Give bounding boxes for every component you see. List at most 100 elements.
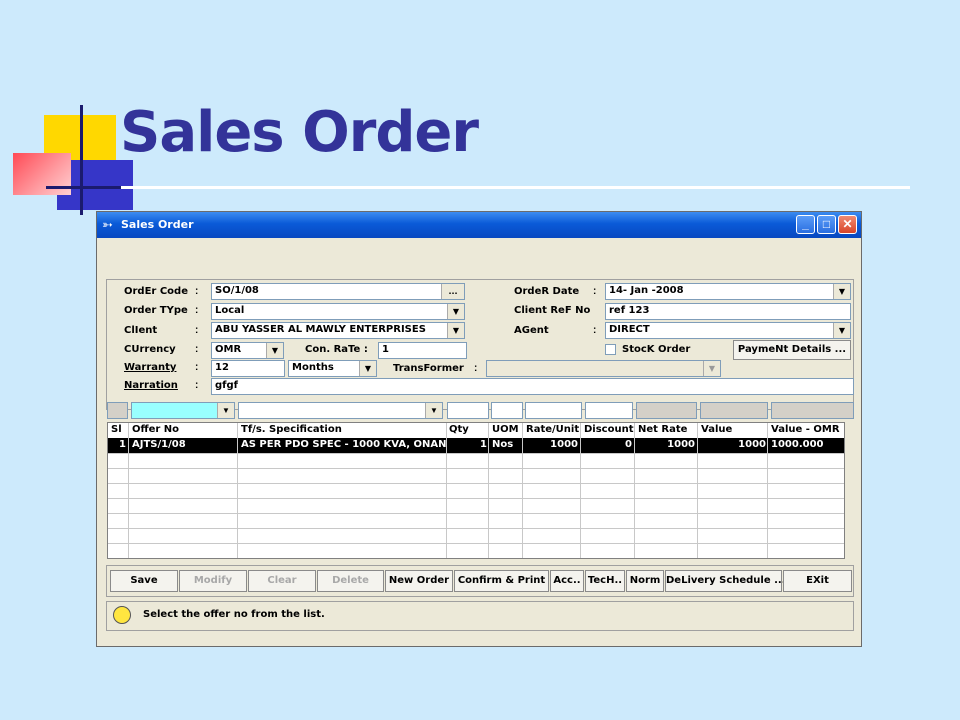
column-header-sl[interactable]: Sl	[111, 424, 122, 435]
con-rate-label: Con. RaTe :	[305, 344, 368, 355]
order-code-field[interactable]: SO/1/08 ...	[211, 283, 465, 300]
grid-divider	[237, 423, 238, 558]
filter-value	[700, 402, 768, 419]
modify-button[interactable]: Modify	[179, 570, 247, 592]
agent-value: DIRECT	[609, 324, 650, 335]
specification-filter-select[interactable]: ▼	[238, 402, 443, 419]
order-date-picker[interactable]: 14- Jan -2008 ▼	[605, 283, 851, 300]
grid-header: Sl Offer No Tf/s. Specification Qty UOM …	[108, 423, 844, 439]
column-header-uom[interactable]: UOM	[492, 424, 519, 435]
warranty-unit-select[interactable]: Months ▼	[288, 360, 377, 377]
stock-order-label: StocK Order	[622, 344, 691, 355]
decor-vertical-rule	[80, 105, 83, 215]
currency-label: CUrrency	[124, 344, 176, 355]
client-ref-value: ref 123	[609, 305, 650, 316]
client-label: ClIent	[124, 325, 158, 336]
agent-label: AGent	[514, 325, 549, 336]
norm-button[interactable]: Norm	[626, 570, 664, 592]
table-row-empty[interactable]	[108, 498, 844, 514]
order-date-label: OrdeR Date	[514, 286, 580, 297]
order-code-label: OrdEr Code	[124, 286, 188, 297]
save-button[interactable]: Save	[110, 570, 178, 592]
chevron-down-icon[interactable]: ▼	[703, 361, 720, 376]
column-header-value[interactable]: Value	[701, 424, 732, 435]
column-header-offer-no[interactable]: Offer No	[132, 424, 179, 435]
client-select[interactable]: ABU YASSER AL MAWLY ENTERPRISES ▼	[211, 322, 465, 339]
column-header-rate-unit[interactable]: Rate/Unit	[526, 424, 579, 435]
chevron-down-icon[interactable]: ▼	[447, 304, 464, 319]
window-titlebar[interactable]: ➳ Sales Order _ □ ✕	[97, 212, 861, 238]
delete-button[interactable]: Delete	[317, 570, 384, 592]
table-row-empty[interactable]	[108, 483, 844, 499]
chevron-down-icon[interactable]: ▼	[359, 361, 376, 376]
warranty-field[interactable]: 12	[211, 360, 285, 377]
filter-discount[interactable]	[585, 402, 633, 419]
sales-order-window: ➳ Sales Order _ □ ✕ OrdEr Code : SO/1/08…	[96, 211, 862, 647]
cell-uom: Nos	[492, 439, 514, 450]
app-icon: ➳	[102, 217, 113, 232]
order-type-select[interactable]: Local ▼	[211, 303, 465, 320]
filter-qty[interactable]	[447, 402, 489, 419]
table-row-empty[interactable]	[108, 453, 844, 469]
order-code-lookup-button[interactable]: ...	[441, 284, 464, 299]
agent-select[interactable]: DIRECT ▼	[605, 322, 851, 339]
order-code-value: SO/1/08	[215, 285, 259, 296]
cell-rate-unit: 1000	[550, 439, 578, 450]
lightbulb-icon	[113, 606, 131, 624]
exit-button[interactable]: EXit	[783, 570, 852, 592]
con-rate-field[interactable]: 1	[378, 342, 467, 359]
table-row-empty[interactable]	[108, 468, 844, 484]
payment-details-button[interactable]: PaymeNt Details ...	[733, 340, 851, 360]
warranty-unit-value: Months	[292, 362, 334, 373]
action-toolbar: Save Modify Clear Delete New Order Confi…	[106, 565, 854, 597]
maximize-button[interactable]: □	[817, 215, 836, 234]
cell-value: 1000	[738, 439, 766, 450]
order-type-value: Local	[215, 305, 245, 316]
column-header-discount[interactable]: Discount	[584, 424, 634, 435]
grid-divider	[128, 423, 129, 558]
filter-uom[interactable]	[491, 402, 523, 419]
decor-horizontal-rule	[46, 186, 910, 189]
warranty-label: Warranty	[124, 362, 177, 373]
close-button[interactable]: ✕	[838, 215, 857, 234]
chevron-down-icon[interactable]: ▼	[217, 403, 234, 418]
chevron-down-icon[interactable]: ▼	[447, 323, 464, 338]
acc-button[interactable]: Acc..	[550, 570, 584, 592]
minimize-button[interactable]: _	[796, 215, 815, 234]
column-header-net-rate[interactable]: Net Rate	[638, 424, 687, 435]
confirm-print-button[interactable]: Confirm & Print	[454, 570, 549, 592]
grid-divider	[767, 423, 768, 558]
table-row-empty[interactable]	[108, 513, 844, 529]
grid-divider	[697, 423, 698, 558]
warranty-value: 12	[215, 362, 229, 373]
column-header-qty[interactable]: Qty	[449, 424, 469, 435]
chevron-down-icon[interactable]: ▼	[266, 343, 283, 358]
narration-field[interactable]: gfgf	[211, 378, 854, 395]
transformer-label: TransFormer	[393, 363, 464, 374]
window-title: Sales Order	[121, 218, 194, 231]
tech-button[interactable]: TecH..	[585, 570, 625, 592]
table-row-empty[interactable]	[108, 543, 844, 558]
transformer-select[interactable]: ▼	[486, 360, 721, 377]
cell-net-rate: 1000	[667, 439, 695, 450]
offer-no-filter-select[interactable]: ▼	[131, 402, 235, 419]
chevron-down-icon[interactable]: ▼	[425, 403, 442, 418]
client-ref-field[interactable]: ref 123	[605, 303, 851, 320]
new-order-button[interactable]: New Order	[385, 570, 453, 592]
client-ref-label: Client ReF No	[514, 305, 591, 316]
order-lines-grid[interactable]: Sl Offer No Tf/s. Specification Qty UOM …	[107, 422, 845, 559]
grid-divider	[488, 423, 489, 558]
chevron-down-icon[interactable]: ▼	[833, 284, 850, 299]
column-header-specification[interactable]: Tf/s. Specification	[241, 424, 342, 435]
delivery-schedule-button[interactable]: DeLivery Schedule ...	[665, 570, 786, 592]
clear-button[interactable]: Clear	[248, 570, 316, 592]
currency-select[interactable]: OMR ▼	[211, 342, 284, 359]
table-row-empty[interactable]	[108, 528, 844, 544]
narration-value: gfgf	[215, 380, 239, 391]
grid-divider	[522, 423, 523, 558]
table-row[interactable]: 1 AJTS/1/08 AS PER PDO SPEC - 1000 KVA, …	[108, 438, 844, 454]
filter-rate[interactable]	[525, 402, 582, 419]
column-header-value-omr[interactable]: Value - OMR	[771, 424, 840, 435]
chevron-down-icon[interactable]: ▼	[833, 323, 850, 338]
stock-order-checkbox[interactable]	[605, 344, 616, 355]
